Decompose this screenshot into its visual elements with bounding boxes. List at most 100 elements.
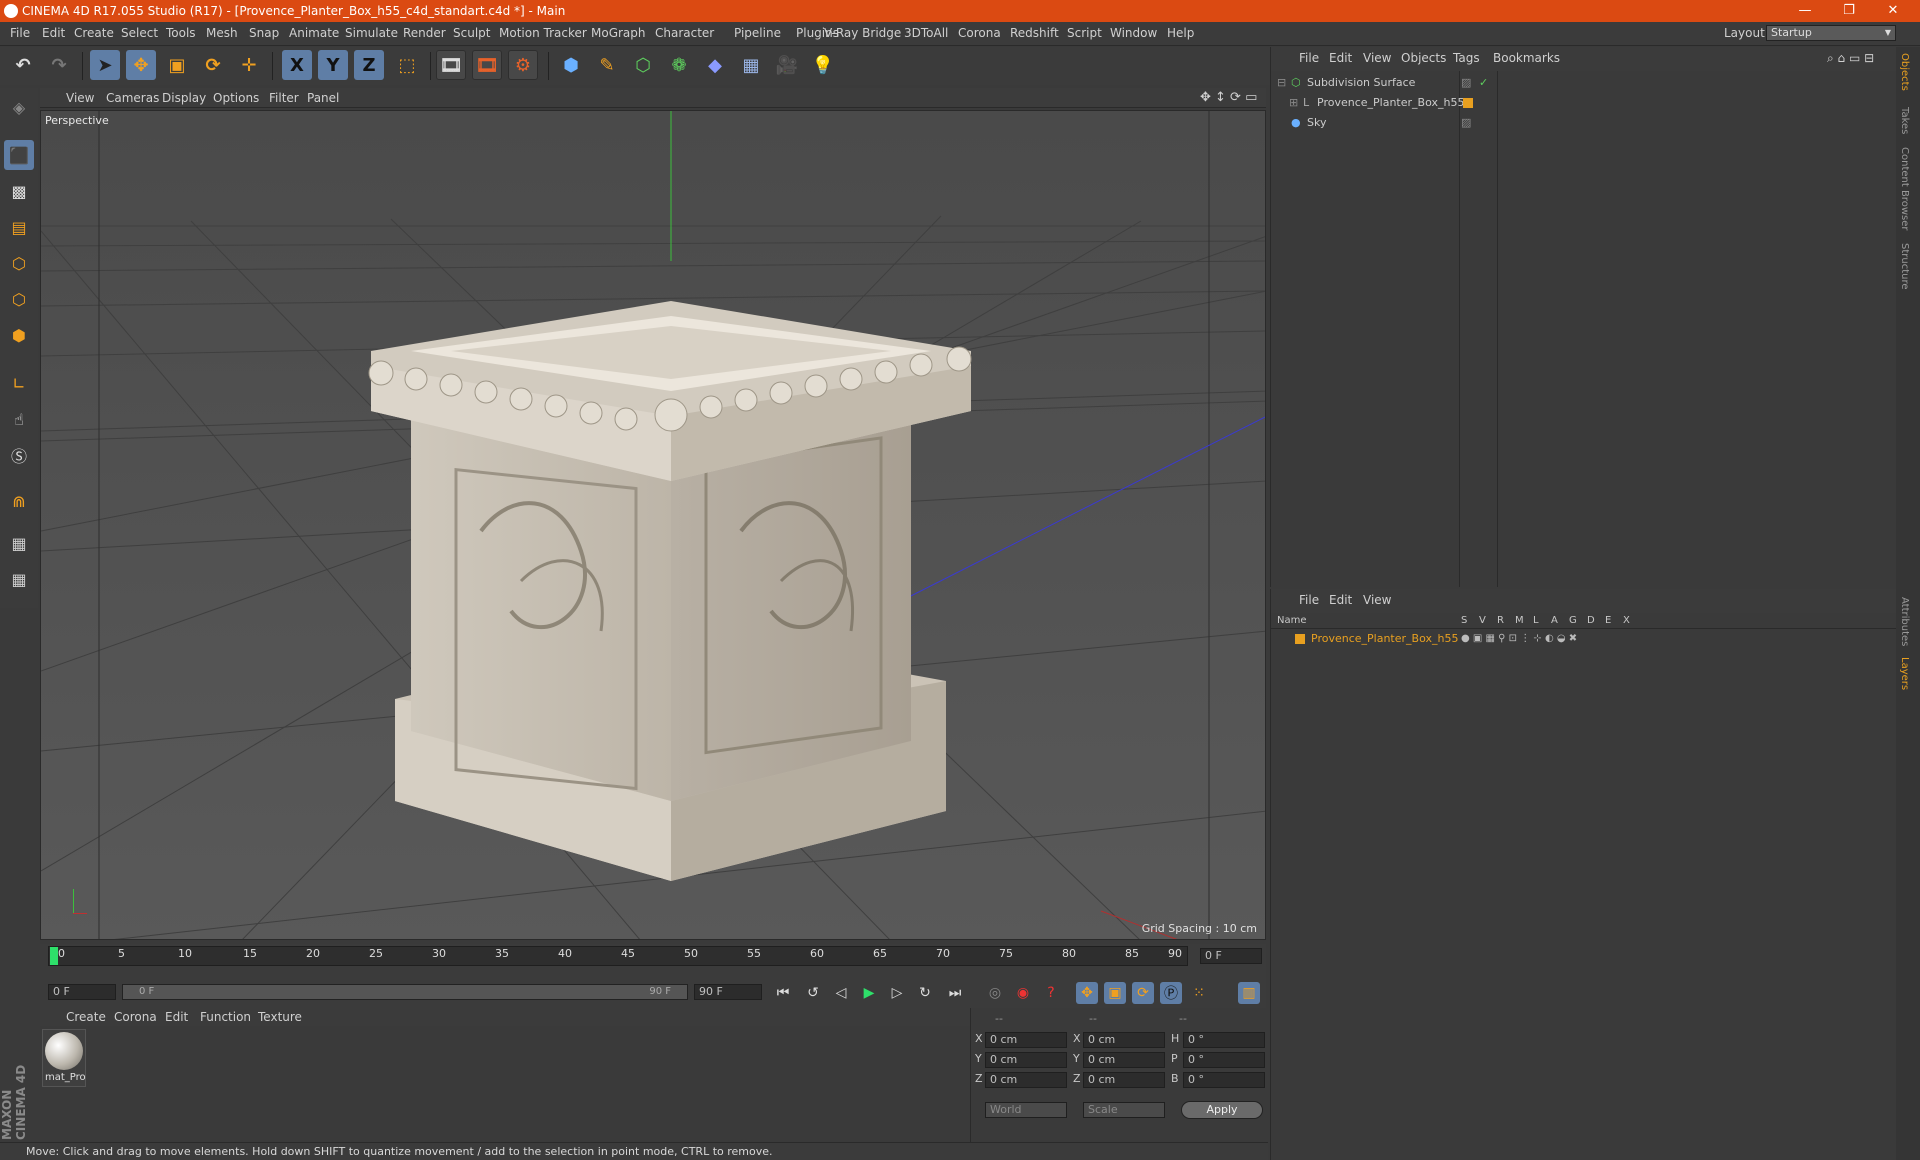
range-slider[interactable]: 0 F 90 F [122, 984, 688, 1000]
key-parameter-icon[interactable]: Ⓟ [1160, 982, 1182, 1004]
rotation-p-field[interactable]: 0 ° [1183, 1052, 1265, 1068]
z-axis-lock-button[interactable]: Z [354, 50, 384, 80]
move-tool-icon[interactable]: ✥ [126, 50, 156, 80]
axis-mode-icon[interactable]: ∟ [4, 368, 34, 398]
size-mode-select[interactable]: Scale [1083, 1102, 1165, 1118]
tab-takes[interactable]: Takes [1899, 107, 1910, 134]
enabled-check-icon[interactable]: ✓ [1479, 73, 1488, 93]
locked-workplane-icon[interactable]: ▦ [4, 528, 34, 558]
mat-menu-texture[interactable]: Texture [258, 1010, 302, 1024]
menu-help[interactable]: Help [1167, 26, 1194, 40]
expand-icon[interactable]: ⊞ [1289, 93, 1298, 113]
scale-tool-icon[interactable]: ▣ [162, 50, 192, 80]
key-position-icon[interactable]: ✥ [1076, 982, 1098, 1004]
cube-primitive-icon[interactable]: ⬢ [556, 50, 586, 80]
object-row-planter[interactable]: ⊞ L Provence_Planter_Box_h55 [1271, 93, 1897, 113]
next-key-icon[interactable]: ↻ [914, 982, 936, 1004]
layer-flags-icons[interactable]: ● ▣ ▦ ⚲ ⊡ ⋮ ⊹ ◐ ◒ ✖ [1461, 631, 1577, 647]
tab-attributes[interactable]: Attributes [1899, 597, 1910, 646]
menu-window[interactable]: Window [1110, 26, 1157, 40]
rotation-b-field[interactable]: 0 ° [1183, 1072, 1265, 1088]
size-z-field[interactable]: 0 cm [1083, 1072, 1165, 1088]
viewport-camera-label[interactable]: Perspective [45, 114, 109, 127]
current-frame-box[interactable]: 0 F [1200, 948, 1262, 964]
render-settings-icon[interactable]: ⚙ [508, 50, 538, 80]
tweak-mode-icon[interactable]: ☝ [4, 404, 34, 434]
menu-sculpt[interactable]: Sculpt [453, 26, 490, 40]
obj-menu-tags[interactable]: Tags [1453, 51, 1480, 65]
end-frame-field[interactable]: 90 F [694, 984, 762, 1000]
minimize-button[interactable]: — [1790, 2, 1820, 20]
layer-row[interactable]: Provence_Planter_Box_h55 ● ▣ ▦ ⚲ ⊡ ⋮ ⊹ ◐… [1271, 631, 1897, 647]
obj-menu-view[interactable]: View [1363, 51, 1391, 65]
menu-file[interactable]: File [10, 26, 30, 40]
workplane-mode-icon[interactable]: ▤ [4, 212, 34, 242]
position-y-field[interactable]: 0 cm [985, 1052, 1067, 1068]
menu-render[interactable]: Render [403, 26, 446, 40]
perspective-viewport[interactable]: Perspective Grid Spacing : 10 cm [40, 110, 1266, 940]
tab-objects[interactable]: Objects [1899, 53, 1910, 91]
timeline[interactable]: 0 5 10 15 20 25 30 35 40 45 50 55 60 65 … [40, 944, 1266, 978]
x-axis-lock-button[interactable]: X [282, 50, 312, 80]
obj-menu-bookmarks[interactable]: Bookmarks [1493, 51, 1560, 65]
layer-color-icon[interactable] [1295, 634, 1305, 644]
mat-menu-create[interactable]: Create [66, 1010, 106, 1024]
vp-menu-display[interactable]: Display [162, 91, 206, 105]
vp-menu-view[interactable]: View [66, 91, 94, 105]
collapse-icon[interactable]: ⊟ [1277, 73, 1286, 93]
menu-create[interactable]: Create [74, 26, 114, 40]
key-rotation-icon[interactable]: ⟳ [1132, 982, 1154, 1004]
menu-pipeline[interactable]: Pipeline [734, 26, 781, 40]
model-mode-icon[interactable]: ⬛ [4, 140, 34, 170]
key-pla-icon[interactable]: ⁙ [1188, 982, 1210, 1004]
subdivision-surface-icon[interactable]: ⬡ [628, 50, 658, 80]
goto-start-icon[interactable]: ⏮ [772, 982, 794, 1004]
light-icon[interactable]: 💡 [808, 50, 838, 80]
key-scale-icon[interactable]: ▣ [1104, 982, 1126, 1004]
autokey-icon[interactable]: ◉ [1012, 982, 1034, 1004]
rotate-tool-icon[interactable]: ⟳ [198, 50, 228, 80]
menu-edit[interactable]: Edit [42, 26, 65, 40]
magnet-icon[interactable]: ⋒ [4, 486, 34, 516]
menu-vray-bridge[interactable]: V-Ray Bridge [824, 26, 901, 40]
cloner-icon[interactable]: ❁ [664, 50, 694, 80]
menu-redshift[interactable]: Redshift [1010, 26, 1059, 40]
layout-select[interactable]: Startup [1766, 25, 1896, 41]
size-x-field[interactable]: 0 cm [1083, 1032, 1165, 1048]
redo-icon[interactable]: ↷ [44, 50, 74, 80]
menu-3dtoall[interactable]: 3DToAll [904, 26, 948, 40]
menu-motion-tracker[interactable]: Motion Tracker [499, 26, 587, 40]
floor-scene-icon[interactable]: ▦ [736, 50, 766, 80]
obj-menu-edit[interactable]: Edit [1329, 51, 1352, 65]
mat-menu-function[interactable]: Function [200, 1010, 251, 1024]
menu-simulate[interactable]: Simulate [345, 26, 398, 40]
undo-icon[interactable]: ↶ [8, 50, 38, 80]
layer-menu-view[interactable]: View [1363, 593, 1391, 607]
layer-color-swatch[interactable] [1463, 98, 1473, 108]
keyframe-selection-icon[interactable]: ? [1040, 982, 1062, 1004]
sky-visibility-icon[interactable]: ▨ [1461, 113, 1471, 133]
position-z-field[interactable]: 0 cm [985, 1072, 1067, 1088]
transform-tool-icon[interactable]: ✛ [234, 50, 264, 80]
menu-character[interactable]: Character [655, 26, 714, 40]
coordinate-space-select[interactable]: World [985, 1102, 1067, 1118]
mat-menu-edit[interactable]: Edit [165, 1010, 188, 1024]
goto-end-icon[interactable]: ⏭ [944, 982, 966, 1004]
texture-mode-icon[interactable]: ▩ [4, 176, 34, 206]
spline-pen-icon[interactable]: ✎ [592, 50, 622, 80]
vp-menu-cameras[interactable]: Cameras [106, 91, 159, 105]
object-manager-search-icon[interactable]: ⌕ ⌂ ▭ ⊟ [1827, 51, 1874, 66]
vp-menu-panel[interactable]: Panel [307, 91, 339, 105]
menu-snap[interactable]: Snap [249, 26, 279, 40]
prev-frame-icon[interactable]: ◁ [830, 982, 852, 1004]
menu-select[interactable]: Select [121, 26, 158, 40]
menu-mesh[interactable]: Mesh [206, 26, 238, 40]
edges-mode-icon[interactable]: ⬡ [4, 284, 34, 314]
object-row-subdivision[interactable]: ⊟ ⬡ Subdivision Surface ▨ ✓ [1271, 73, 1897, 93]
deformer-icon[interactable]: ◆ [700, 50, 730, 80]
obj-menu-file[interactable]: File [1299, 51, 1319, 65]
points-mode-icon[interactable]: ⬡ [4, 248, 34, 278]
select-arrow-icon[interactable]: ➤ [90, 50, 120, 80]
y-axis-lock-button[interactable]: Y [318, 50, 348, 80]
timeline-playhead[interactable] [50, 947, 58, 965]
